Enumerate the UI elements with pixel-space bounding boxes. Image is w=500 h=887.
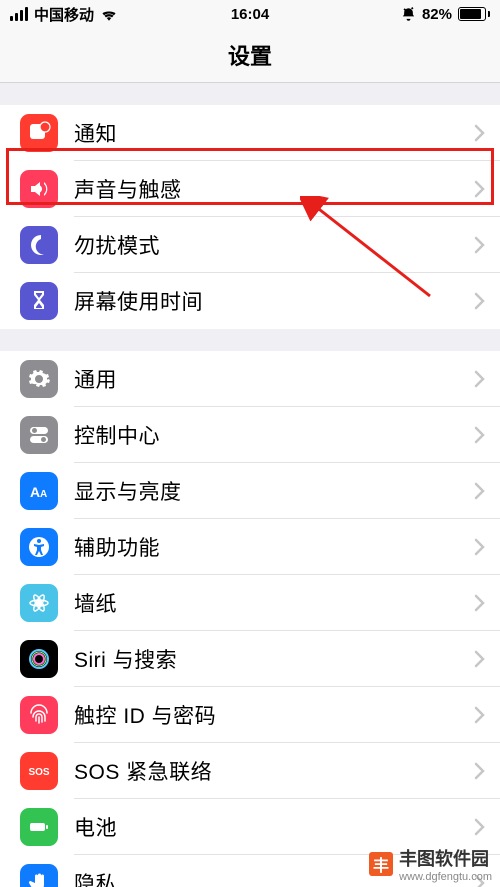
aa-icon: AA [20,472,58,510]
chevron-right-icon [474,292,486,310]
carrier-label: 中国移动 [34,4,94,25]
moon-icon [20,226,58,264]
svg-text:SOS: SOS [28,767,49,778]
section-gap [0,329,500,351]
flower-icon [20,584,58,622]
chevron-right-icon [474,594,486,612]
gear-icon [20,360,58,398]
chevron-right-icon [474,706,486,724]
switches-icon [20,416,58,454]
row-label: 通用 [74,364,474,394]
hourglass-icon [20,282,58,320]
row-label: 控制中心 [74,420,474,450]
row-touchid[interactable]: 触控 ID 与密码 [0,687,500,743]
row-dnd[interactable]: 勿扰模式 [0,217,500,273]
accessibility-icon [20,528,58,566]
row-label: 辅助功能 [74,532,474,562]
chevron-right-icon [474,180,486,198]
row-display[interactable]: AA 显示与亮度 [0,463,500,519]
sos-icon: SOS [20,752,58,790]
notification-badge-icon [20,114,58,152]
status-left: 中国移动 [10,4,118,25]
row-screentime[interactable]: 屏幕使用时间 [0,273,500,329]
watermark-text: 丰图软件园 [399,845,492,871]
speaker-icon [20,170,58,208]
watermark-logo: 丰 [369,852,393,876]
row-control-center[interactable]: 控制中心 [0,407,500,463]
siri-icon [20,640,58,678]
status-time: 16:04 [231,6,269,23]
settings-group-1: 通知 声音与触感 勿扰模式 屏幕使用时间 [0,105,500,329]
row-siri[interactable]: Siri 与搜索 [0,631,500,687]
page-title: 设置 [228,39,272,71]
chevron-right-icon [474,124,486,142]
row-accessibility[interactable]: 辅助功能 [0,519,500,575]
battery-icon [458,7,490,21]
row-sounds[interactable]: 声音与触感 [0,161,500,217]
row-label: 触控 ID 与密码 [74,700,474,730]
chevron-right-icon [474,818,486,836]
chevron-right-icon [474,538,486,556]
chevron-right-icon [474,482,486,500]
status-bar: 中国移动 16:04 82% [0,0,500,28]
battery-percent: 82% [422,6,452,23]
hand-icon [20,864,58,887]
row-label: 声音与触感 [74,174,474,204]
svg-text:A: A [30,484,40,500]
settings-group-2: 通用 控制中心 AA 显示与亮度 辅助功能 [0,351,500,887]
status-right: 82% [401,6,490,23]
row-general[interactable]: 通用 [0,351,500,407]
row-label: Siri 与搜索 [74,644,474,674]
battery-icon [20,808,58,846]
chevron-right-icon [474,236,486,254]
watermark-url: www.dgfengtu.com [399,871,492,883]
chevron-right-icon [474,370,486,388]
svg-text:A: A [40,489,47,500]
row-label: 屏幕使用时间 [74,286,474,316]
watermark: 丰 丰图软件园 www.dgfengtu.com [369,845,492,883]
row-label: 显示与亮度 [74,476,474,506]
row-label: 勿扰模式 [74,230,474,260]
chevron-right-icon [474,426,486,444]
row-label: SOS 紧急联络 [74,756,474,786]
row-notifications[interactable]: 通知 [0,105,500,161]
row-wallpaper[interactable]: 墙纸 [0,575,500,631]
section-gap [0,83,500,105]
row-label: 通知 [74,118,474,148]
row-label: 墙纸 [74,588,474,618]
row-sos[interactable]: SOS SOS 紧急联络 [0,743,500,799]
signal-icon [10,7,28,21]
fingerprint-icon [20,696,58,734]
row-label: 电池 [74,812,474,842]
wifi-icon [100,7,118,21]
chevron-right-icon [474,762,486,780]
nav-bar: 设置 [0,28,500,83]
chevron-right-icon [474,650,486,668]
alarm-icon [401,7,416,22]
